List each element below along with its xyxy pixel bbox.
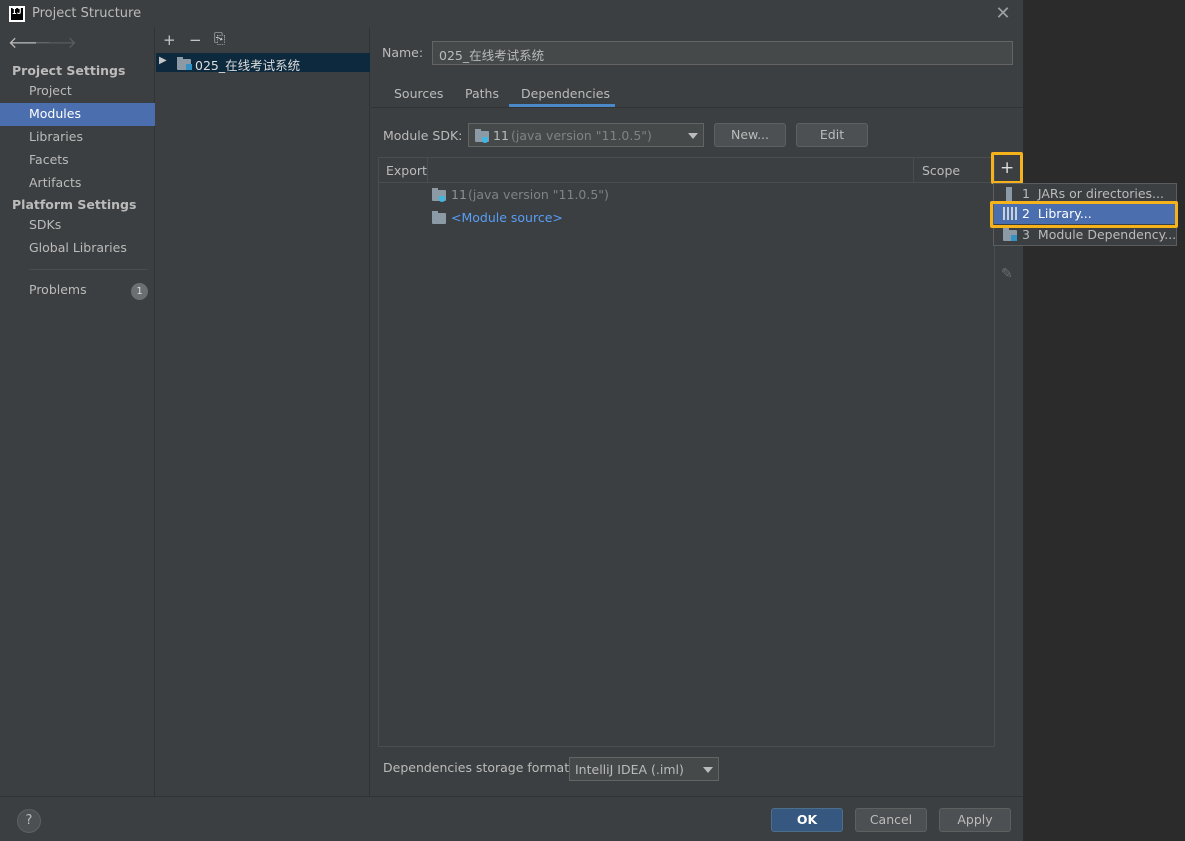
dependency-row-sdk-main[interactable]: 11 bbox=[451, 187, 467, 202]
edit-pencil-icon[interactable]: ✎ bbox=[1001, 266, 1015, 282]
tab-sources[interactable]: Sources bbox=[394, 86, 443, 101]
intellij-logo-icon: IJ bbox=[9, 6, 25, 22]
header-divider bbox=[427, 157, 428, 183]
remove-icon[interactable]: − bbox=[189, 31, 202, 49]
name-label: Name: bbox=[382, 45, 424, 60]
ok-button[interactable]: OK bbox=[771, 808, 843, 832]
dependencies-table bbox=[378, 157, 1020, 747]
sidebar-item-facets[interactable]: Facets bbox=[0, 149, 155, 172]
edit-sdk-button[interactable]: Edit bbox=[796, 123, 868, 147]
project-settings-header: Project Settings bbox=[12, 63, 126, 78]
sdk-value-main: 11 bbox=[493, 128, 509, 143]
column-header-scope[interactable]: Scope bbox=[922, 163, 960, 178]
column-header-export[interactable]: Export bbox=[386, 163, 427, 178]
forward-arrow-icon[interactable]: 🡒 bbox=[34, 32, 77, 52]
java-cup-icon bbox=[482, 137, 488, 143]
sidebar-divider bbox=[29, 269, 148, 270]
module-tree-pane bbox=[156, 28, 370, 796]
module-badge-icon bbox=[186, 64, 192, 70]
help-icon[interactable]: ? bbox=[17, 809, 41, 833]
window-title: Project Structure bbox=[32, 6, 142, 21]
sidebar-item-artifacts[interactable]: Artifacts bbox=[0, 172, 155, 195]
problems-count-badge: 1 bbox=[131, 283, 148, 300]
module-name-field[interactable]: 025_在线考试系统 bbox=[432, 41, 1013, 65]
add-dependency-icon[interactable]: + bbox=[1000, 158, 1014, 178]
storage-format-value: IntelliJ IDEA (.iml) bbox=[575, 762, 684, 777]
module-sdk-label: Module SDK: bbox=[383, 128, 463, 143]
tree-module-label: 025_在线考试系统 bbox=[195, 58, 301, 73]
tabs-divider bbox=[371, 107, 1023, 108]
close-icon[interactable]: ✕ bbox=[994, 3, 1012, 24]
tab-paths[interactable]: Paths bbox=[465, 86, 499, 101]
background-outside-dialog bbox=[1023, 0, 1185, 841]
tab-dependencies[interactable]: Dependencies bbox=[521, 86, 610, 101]
dependency-row-module-source[interactable]: <Module source> bbox=[451, 210, 563, 225]
sdk-value-detail: (java version "11.0.5") bbox=[511, 128, 652, 143]
copy-icon[interactable]: ⎘ bbox=[214, 31, 225, 47]
java-cup-icon bbox=[439, 196, 445, 202]
module-badge-icon bbox=[1011, 235, 1017, 241]
cancel-button[interactable]: Cancel bbox=[855, 808, 927, 832]
sidebar-item-project[interactable]: Project bbox=[0, 80, 155, 103]
dependency-row-sdk-detail: (java version "11.0.5") bbox=[468, 187, 609, 202]
apply-button[interactable]: Apply bbox=[939, 808, 1011, 832]
new-sdk-button[interactable]: New... bbox=[714, 123, 786, 147]
title-bar bbox=[0, 0, 1023, 28]
source-folder-icon bbox=[432, 211, 446, 224]
add-icon[interactable]: + bbox=[163, 31, 176, 49]
sidebar-item-modules[interactable]: Modules bbox=[0, 103, 155, 126]
storage-format-label: Dependencies storage format: bbox=[383, 760, 574, 775]
jar-icon bbox=[1006, 187, 1012, 201]
chevron-down-icon bbox=[688, 133, 698, 139]
library-item-highlight bbox=[990, 201, 1178, 228]
sidebar-item-sdks[interactable]: SDKs bbox=[0, 214, 155, 237]
chevron-down-icon bbox=[703, 767, 713, 773]
sidebar-item-libraries[interactable]: Libraries bbox=[0, 126, 155, 149]
expand-arrow-icon[interactable]: ▶ bbox=[159, 55, 167, 66]
header-divider bbox=[913, 157, 914, 183]
sidebar-item-global-libraries[interactable]: Global Libraries bbox=[0, 237, 155, 260]
active-tab-indicator bbox=[509, 104, 615, 107]
menu-item-module-dependency[interactable]: 3 Module Dependency... bbox=[994, 225, 1176, 245]
platform-settings-header: Platform Settings bbox=[12, 197, 137, 212]
dependencies-table-header bbox=[378, 157, 994, 183]
